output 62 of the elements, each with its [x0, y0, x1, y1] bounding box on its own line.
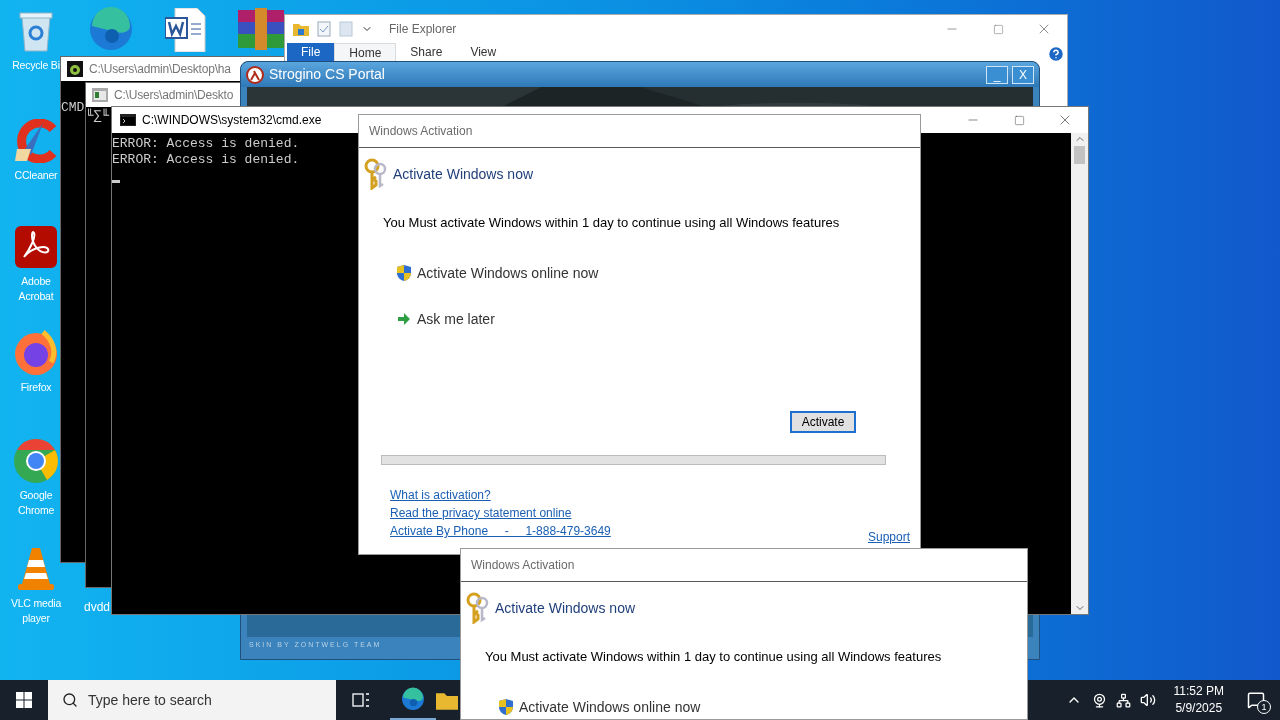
console-line: ERROR: Access is denied.	[112, 136, 300, 152]
close-button[interactable]: X	[1012, 65, 1034, 84]
window-app-icon	[92, 88, 108, 102]
text-cursor	[112, 180, 120, 183]
help-link[interactable]: Activate By Phone - 1-888-479-3649	[390, 523, 611, 539]
console-text: CMD	[61, 100, 85, 116]
task-view-icon[interactable]	[352, 692, 370, 708]
windows-logo-icon	[16, 692, 32, 708]
chrome-icon	[13, 438, 59, 484]
dialog-heading: Activate Windows now	[495, 598, 636, 618]
activation-option-link[interactable]: Ask me later	[417, 308, 495, 330]
support-link[interactable]: Support	[867, 529, 910, 545]
volume-icon[interactable]	[1139, 692, 1156, 708]
activation-option-link[interactable]: Activate Windows online now	[417, 262, 599, 284]
folder-icon[interactable]	[436, 690, 458, 710]
notification-badge: 1	[1257, 700, 1271, 714]
search-icon	[62, 692, 78, 708]
shield-icon	[397, 265, 411, 281]
window-title: Strogino CS Portal	[269, 65, 385, 84]
dialog-heading: Activate Windows now	[393, 164, 534, 184]
window-title: C:\WINDOWS\system32\cmd.exe	[142, 112, 322, 129]
ccleaner-icon	[13, 119, 59, 163]
ribbon-tab[interactable]: View	[456, 43, 511, 61]
activate-button[interactable]: Activate	[790, 411, 856, 433]
console-icon	[120, 114, 136, 126]
scrollbar[interactable]	[1071, 133, 1088, 614]
checklist-icon	[317, 21, 331, 37]
search-field[interactable]: Type here to search	[48, 680, 336, 720]
traffic-cone-icon	[16, 546, 56, 592]
network-icon[interactable]	[1115, 692, 1131, 708]
scrollbar-thumb[interactable]	[1074, 146, 1085, 164]
console-line: ERROR: Access is denied.	[112, 152, 300, 168]
help-link[interactable]: What is activation?	[390, 487, 611, 503]
activation-option-link[interactable]: Activate Windows online now	[519, 696, 701, 718]
shield-icon	[499, 699, 513, 715]
minimize-button[interactable]: _	[986, 65, 1008, 84]
console-text: ╙∑╙	[86, 108, 110, 124]
dialog-message: You Must activate Windows within 1 day to continue using all Windows features	[485, 648, 943, 666]
window-title: File Explorer	[389, 21, 457, 38]
clock[interactable]: 11:52 PM 5/9/2025	[1165, 683, 1232, 717]
archive-icon	[238, 8, 284, 50]
folder-icon	[293, 22, 309, 36]
pdf-icon	[14, 225, 58, 269]
dialog-title: Windows Activation	[471, 557, 575, 574]
page-icon	[339, 21, 353, 37]
ribbon-tab[interactable]: Share	[396, 43, 457, 61]
window-title: C:\Users\admin\Deskto	[114, 87, 234, 104]
dialog-title: Windows Activation	[369, 123, 473, 140]
firefox-icon	[13, 330, 59, 376]
notifications-icon[interactable]	[1247, 691, 1265, 709]
lambda-logo-icon	[246, 65, 264, 84]
dialog-message: You Must activate Windows within 1 day to continue using all Windows features	[383, 214, 841, 232]
recycle-bin-icon	[16, 9, 56, 53]
ribbon-tab[interactable]: Home	[334, 43, 397, 61]
window-title: C:\Users\admin\Desktop\ha	[89, 61, 231, 78]
webcam-icon[interactable]	[1091, 692, 1107, 708]
help-icon[interactable]	[1047, 45, 1065, 63]
app-icon	[67, 61, 83, 77]
arrow-icon	[397, 312, 411, 326]
ribbon-tab[interactable]: File	[287, 43, 335, 61]
document-icon	[165, 8, 207, 52]
help-link[interactable]: Read the privacy statement online	[390, 505, 611, 521]
